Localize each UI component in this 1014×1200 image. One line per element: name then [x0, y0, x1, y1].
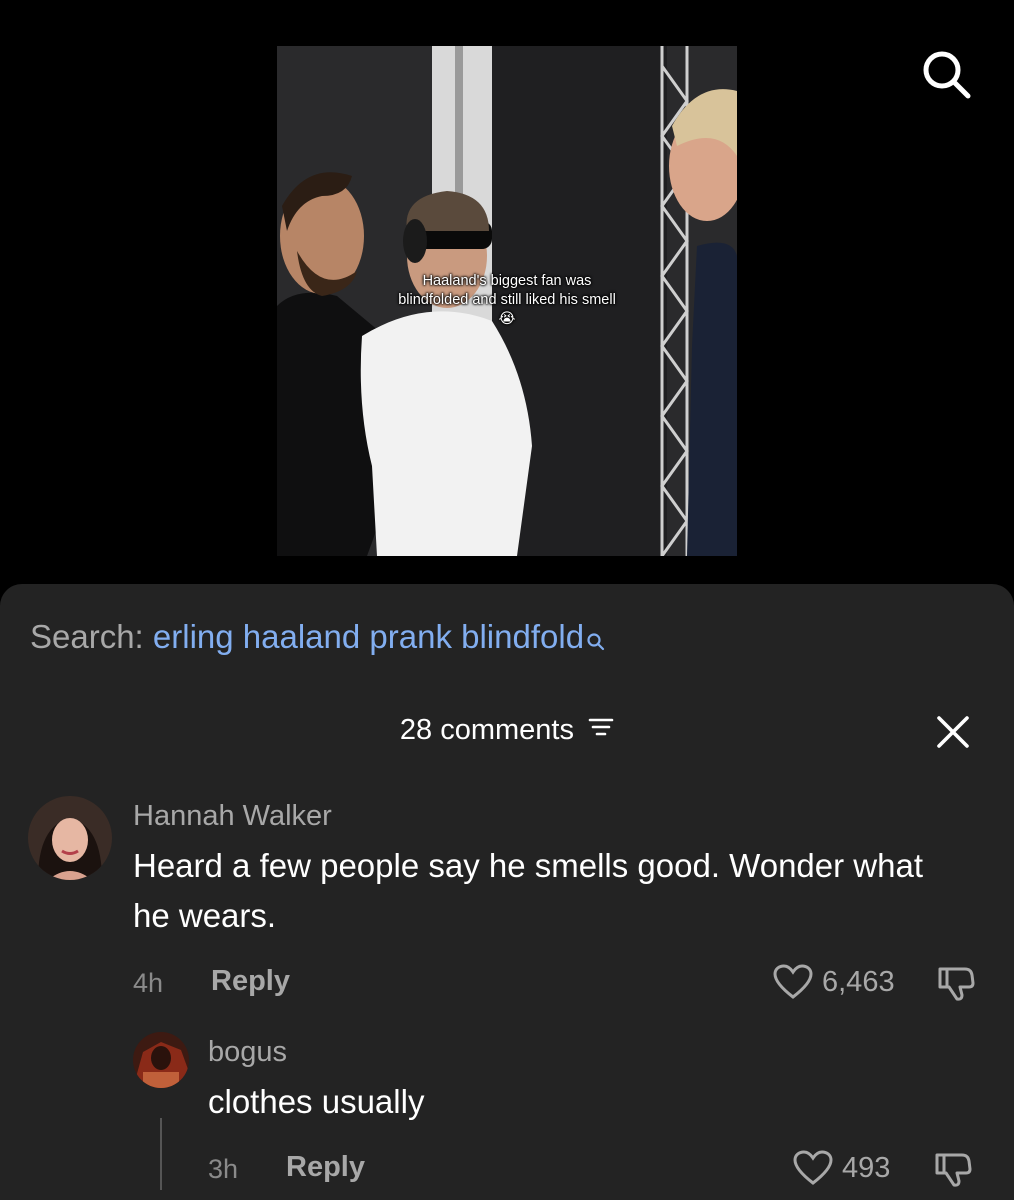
comment-time: 4h — [133, 968, 164, 998]
dislike-button[interactable] — [936, 965, 976, 1003]
comments-header: 28 comments — [0, 714, 1014, 747]
comment-author[interactable]: Hannah Walker — [133, 800, 332, 833]
search-icon — [923, 51, 971, 99]
reply-button[interactable]: Reply — [211, 965, 290, 998]
avatar[interactable] — [28, 796, 112, 880]
comments-count: 28 comments — [399, 714, 574, 746]
like-count: 493 — [842, 1151, 891, 1184]
avatar[interactable] — [133, 1032, 189, 1088]
like-button[interactable]: 6,463 — [772, 963, 895, 1001]
like-count: 6,463 — [822, 965, 895, 998]
dislike-button[interactable] — [933, 1151, 973, 1189]
close-button[interactable] — [935, 714, 971, 750]
video-player[interactable]: Haaland's biggest fan was blindfolded an… — [277, 46, 737, 556]
comment-time: 3h — [208, 1154, 239, 1184]
search-prefix: Search: — [30, 618, 144, 655]
close-icon — [937, 716, 969, 748]
search-button[interactable] — [918, 46, 974, 102]
video-area: Haaland's biggest fan was blindfolded an… — [0, 0, 1014, 600]
thread-line — [160, 1118, 162, 1190]
heart-icon — [793, 1150, 833, 1185]
search-query-link[interactable]: erling haaland prank blindfold — [153, 618, 584, 655]
comment-text: Heard a few people say he smells good. W… — [133, 847, 924, 934]
reply-button[interactable]: Reply — [286, 1151, 365, 1184]
search-small-icon — [586, 622, 606, 660]
related-search[interactable]: Search: erling haaland prank blindfold — [30, 618, 606, 660]
heart-icon — [773, 964, 813, 999]
dislike-icon — [938, 967, 975, 1001]
sort-icon[interactable] — [588, 713, 614, 746]
comment-author[interactable]: bogus — [208, 1036, 287, 1069]
video-caption: Haaland's biggest fan was blindfolded an… — [398, 273, 616, 327]
comment-text: clothes usually — [208, 1083, 425, 1120]
dislike-icon — [935, 1153, 972, 1187]
like-button[interactable]: 493 — [792, 1149, 890, 1187]
